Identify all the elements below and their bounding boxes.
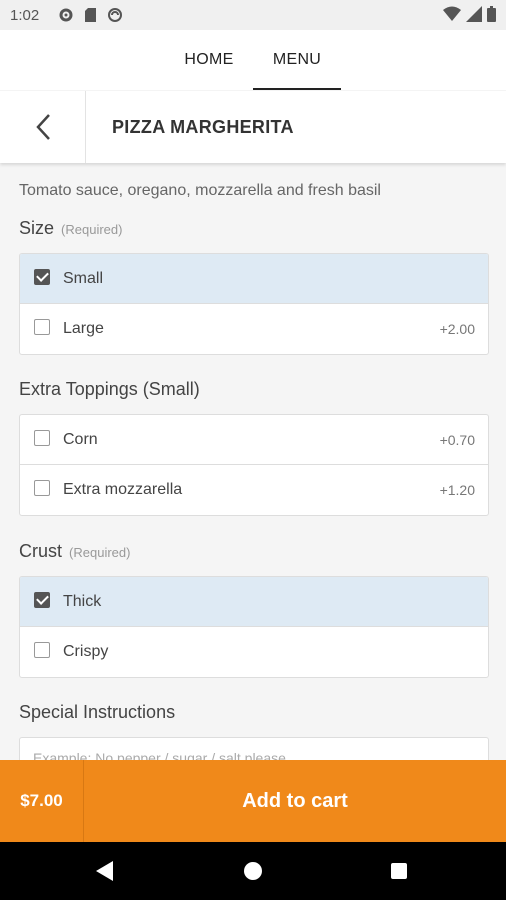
option-topping-corn[interactable]: Corn +0.70 — [20, 415, 488, 465]
instructions-section-title: Special Instructions — [19, 702, 176, 722]
tab-menu[interactable]: MENU — [253, 30, 341, 90]
status-bar: 1:02 — [0, 0, 506, 30]
option-label: Crispy — [63, 643, 109, 660]
toppings-options: Corn +0.70 Extra mozzarella +1.20 — [19, 414, 489, 516]
status-time: 1:02 — [10, 7, 40, 24]
item-description: Tomato sauce, oregano, mozzarella and fr… — [19, 182, 381, 199]
size-options: Small Large +2.00 — [19, 253, 489, 355]
sync-icon — [108, 8, 122, 22]
checkbox-extra-mozzarella[interactable] — [34, 480, 50, 496]
option-label: Small — [63, 270, 104, 287]
crust-options: Thick Crispy — [19, 576, 489, 678]
option-price: +2.00 — [439, 321, 475, 337]
checkbox-corn[interactable] — [34, 430, 50, 446]
option-size-large[interactable]: Large +2.00 — [20, 304, 488, 354]
back-button[interactable] — [0, 91, 86, 163]
system-nav-bar — [0, 842, 506, 900]
option-label: Extra mozzarella — [63, 481, 183, 498]
top-nav: HOME MENU — [0, 30, 506, 90]
system-home-icon[interactable] — [244, 862, 262, 880]
wifi-icon — [443, 6, 461, 21]
tab-home[interactable]: HOME — [165, 30, 253, 90]
option-topping-extra-mozzarella[interactable]: Extra mozzarella +1.20 — [20, 465, 488, 515]
signal-icon — [466, 6, 482, 22]
checkbox-crispy[interactable] — [34, 642, 50, 658]
system-back-icon[interactable] — [96, 861, 113, 881]
checkbox-small[interactable] — [34, 269, 50, 285]
cart-total-price: $7.00 — [0, 760, 84, 842]
size-title: Size — [19, 218, 55, 238]
toppings-section-title: Extra Toppings (Small) — [19, 379, 200, 399]
option-label: Large — [63, 320, 104, 337]
option-label: Corn — [63, 431, 98, 448]
crust-section-title: Crust (Required) — [19, 541, 130, 562]
option-label: Thick — [63, 593, 102, 610]
option-crust-thick[interactable]: Thick — [20, 577, 488, 627]
cart-bar: $7.00 Add to cart — [0, 760, 506, 842]
checkbox-thick[interactable] — [34, 592, 50, 608]
system-recents-icon[interactable] — [391, 863, 407, 879]
settings-icon — [59, 8, 73, 22]
sd-card-icon — [85, 8, 96, 22]
crust-title: Crust — [19, 541, 63, 561]
size-section-title: Size (Required) — [19, 218, 122, 239]
option-crust-crispy[interactable]: Crispy — [20, 627, 488, 677]
add-to-cart-button[interactable]: Add to cart — [84, 760, 506, 842]
back-arrow-icon — [35, 114, 50, 140]
option-price: +1.20 — [439, 482, 475, 498]
option-size-small[interactable]: Small — [20, 254, 488, 304]
item-header: PIZZA MARGHERITA — [0, 91, 506, 163]
checkbox-large[interactable] — [34, 319, 50, 335]
page-title: PIZZA MARGHERITA — [112, 117, 294, 137]
battery-icon — [487, 6, 496, 22]
option-price: +0.70 — [439, 432, 475, 448]
size-required-label: (Required) — [61, 222, 123, 237]
crust-required-label: (Required) — [69, 545, 131, 560]
